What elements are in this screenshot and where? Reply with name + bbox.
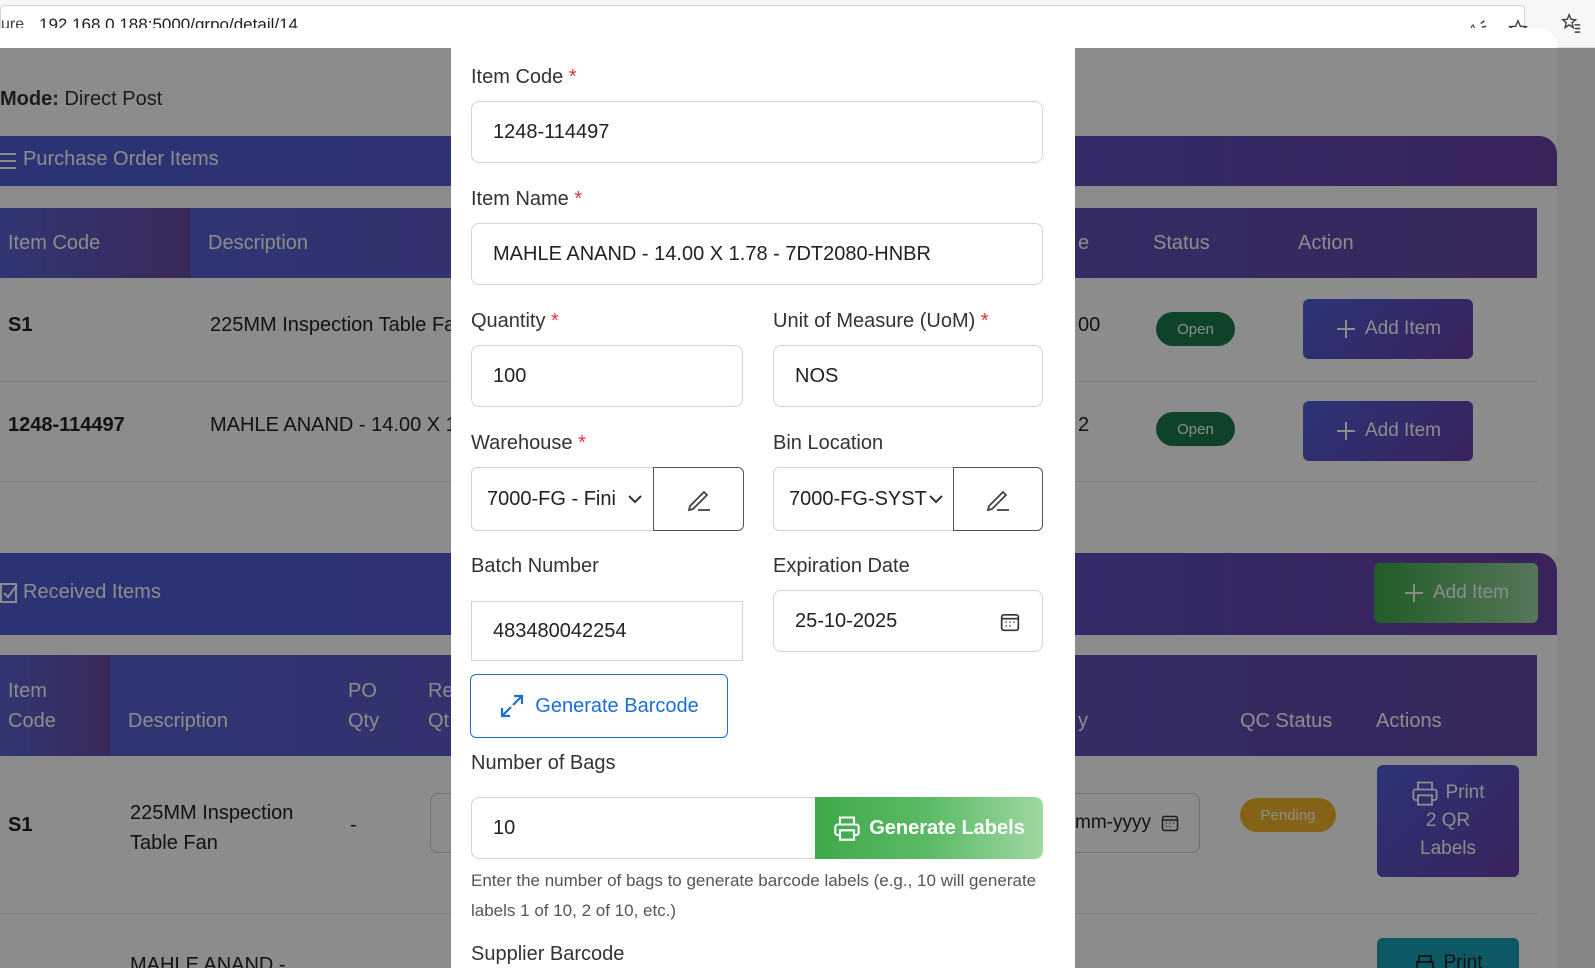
number-of-bags-label: Number of Bags xyxy=(471,752,616,774)
calendar-icon[interactable] xyxy=(1000,612,1020,632)
supplier-barcode-label: Supplier Barcode xyxy=(471,943,625,965)
expiration-date-label: Expiration Date xyxy=(773,555,910,577)
chevron-down-icon xyxy=(929,495,943,504)
number-of-bags-help: Enter the number of bags to generate bar… xyxy=(471,866,1061,926)
bin-location-label: Bin Location xyxy=(773,432,884,454)
chevron-down-icon xyxy=(628,495,642,504)
warehouse-label: Warehouse * xyxy=(471,432,586,454)
bin-location-select[interactable]: 7000-FG-SYST xyxy=(773,467,955,531)
expiration-date-field[interactable]: 25-10-2025 xyxy=(773,590,1043,652)
item-code-field[interactable]: 1248-114497 xyxy=(471,101,1043,163)
item-name-field[interactable]: MAHLE ANAND - 14.00 X 1.78 - 7DT2080-HNB… xyxy=(471,223,1043,285)
generate-labels-label: Generate Labels xyxy=(869,816,1025,839)
uom-label: Unit of Measure (UoM) * xyxy=(773,310,989,332)
item-code-label: Item Code * xyxy=(471,66,577,88)
help-line1: Enter the number of bags to generate bar… xyxy=(471,871,1037,890)
edit-warehouse-button[interactable] xyxy=(653,467,744,531)
edit-bin-location-button[interactable] xyxy=(953,467,1043,531)
help-line2: labels 1 of 10, 2 of 10, etc.) xyxy=(471,901,677,920)
favorites-icon[interactable] xyxy=(1560,12,1582,34)
batch-number-field[interactable]: 483480042254 xyxy=(471,601,743,661)
quantity-field[interactable]: 100 xyxy=(471,345,743,407)
warehouse-select[interactable]: 7000-FG - Fini xyxy=(471,467,654,531)
number-of-bags-field[interactable]: 10 xyxy=(471,797,821,859)
warehouse-value: 7000-FG - Fini xyxy=(487,487,616,510)
uom-field[interactable]: NOS xyxy=(773,345,1043,407)
item-name-label: Item Name * xyxy=(471,188,583,210)
printer-icon xyxy=(834,816,860,841)
pencil-icon xyxy=(687,490,710,512)
generate-barcode-label: Generate Barcode xyxy=(535,694,699,717)
generate-labels-button[interactable]: Generate Labels xyxy=(815,797,1043,859)
expand-arrows-icon xyxy=(501,694,524,718)
bin-location-value: 7000-FG-SYST xyxy=(789,487,927,510)
quantity-label: Quantity * xyxy=(471,310,559,332)
pencil-icon xyxy=(986,490,1009,512)
add-item-modal: Item Code * 1248-114497 Item Name * MAHL… xyxy=(451,48,1075,968)
expiration-date-value: 25-10-2025 xyxy=(795,609,898,632)
batch-number-label: Batch Number xyxy=(471,555,599,577)
generate-barcode-button[interactable]: Generate Barcode xyxy=(470,674,728,738)
